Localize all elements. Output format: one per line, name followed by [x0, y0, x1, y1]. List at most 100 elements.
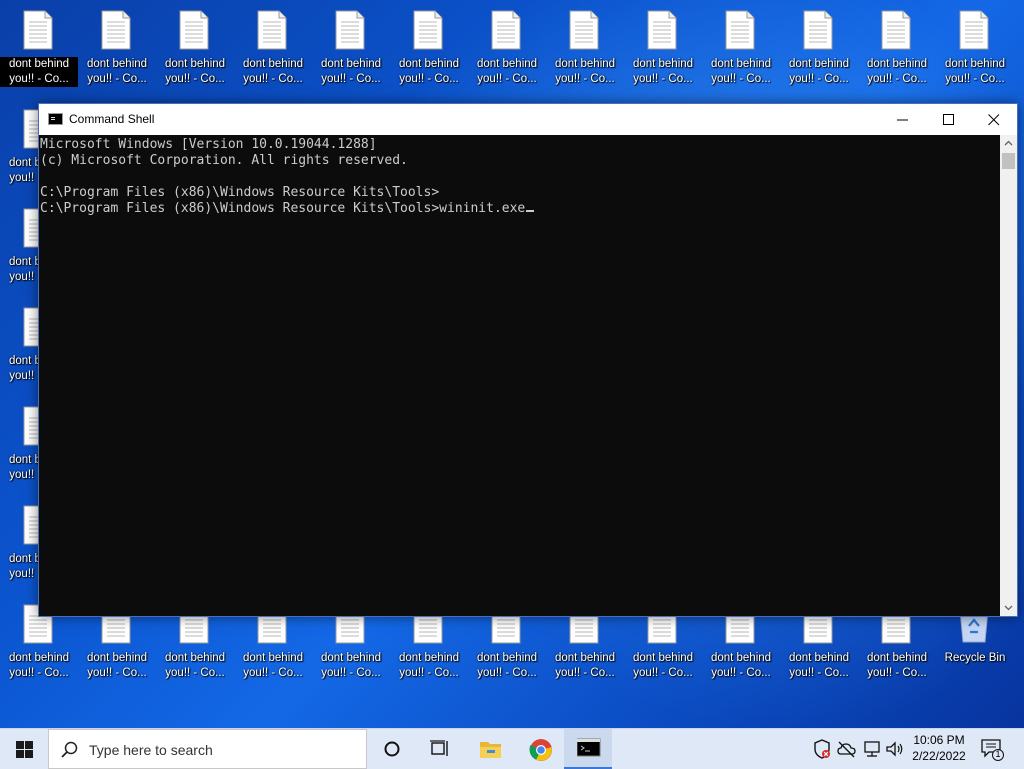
windows-logo-icon	[16, 741, 33, 758]
text-document-icon	[413, 10, 443, 50]
label-line: you!! - Co...	[165, 667, 225, 679]
label-line: you!! - Co...	[165, 73, 225, 85]
text-document-icon	[23, 10, 53, 50]
label-line: dont behind	[86, 58, 148, 70]
title-bar[interactable]: Command Shell	[39, 104, 1017, 135]
desktop-file-label: dont behind you!! - Co...	[156, 57, 234, 87]
label-line: dont behind	[0, 57, 78, 72]
desktop-file-label: dont behindyou!! - Co...	[468, 57, 546, 87]
command-shell-window[interactable]: Command Shell Microsoft Windows [Version…	[38, 103, 1018, 617]
desktop-file-icon[interactable]: dont behind you!! - Co...	[390, 0, 464, 92]
label-line: you!! - Co...	[789, 667, 849, 679]
chevron-up-icon	[1004, 140, 1013, 146]
text-document-icon	[803, 10, 833, 50]
label-line: you!! - Co...	[633, 73, 693, 85]
volume-icon[interactable]	[885, 739, 905, 759]
desktop-file-label: dont behindyou!! - Co...	[468, 651, 546, 681]
desktop-file-icon[interactable]: dont behind you!! - Co...	[156, 0, 230, 92]
desktop-file-label: dont behindyou!! - Co...	[546, 651, 624, 681]
desktop-file-icon[interactable]: dont behindyou!! - Co...	[936, 0, 1010, 92]
desktop-file-icon[interactable]: dont behind you!! - Co...	[234, 0, 308, 92]
search-placeholder: Type here to search	[89, 742, 213, 758]
label-line: you!! - Co...	[633, 667, 693, 679]
minimize-button[interactable]	[880, 104, 926, 135]
label-line: you!! - Co...	[243, 667, 303, 679]
desktop-file-label: dont behindyou!! - Co...	[0, 651, 78, 681]
cortana-circle-icon	[384, 741, 400, 757]
label-line: dont behind	[554, 652, 616, 664]
label-line: dont behind	[632, 652, 694, 664]
desktop-file-label: dont behindyou!! - Co...	[780, 651, 858, 681]
maximize-button[interactable]	[926, 104, 972, 135]
desktop-file-icon[interactable]: dont behindyou!! - Co...	[624, 0, 698, 92]
text-document-icon	[179, 10, 209, 50]
desktop-file-label: dont behind you!! - Co...	[312, 651, 390, 681]
label-line: you!! - Co...	[477, 667, 537, 679]
command-shell-taskbar-button[interactable]	[564, 729, 612, 769]
taskbar-search-box[interactable]: Type here to search	[48, 729, 367, 769]
desktop-file-label: dont behindyou!! - Co...	[234, 651, 312, 681]
start-button[interactable]	[0, 729, 48, 769]
desktop-file-label: dont behindyou!! - Co...	[858, 57, 936, 87]
task-view-button[interactable]	[416, 729, 464, 769]
cortana-button[interactable]	[368, 729, 416, 769]
clock[interactable]: 10:06 PM 2/22/2022	[906, 732, 972, 764]
scrollbar-thumb[interactable]	[1002, 153, 1015, 169]
label-line: you!! - Co...	[399, 73, 459, 85]
label-line: you!! - Co...	[789, 73, 849, 85]
label-line: you!! - Co...	[321, 667, 381, 679]
chrome-taskbar-button[interactable]	[516, 729, 564, 769]
console-line: C:\Program Files (x86)\Windows Resource …	[40, 185, 440, 200]
vertical-scrollbar[interactable]	[1000, 135, 1017, 616]
text-document-icon	[725, 10, 755, 50]
scroll-up-button[interactable]	[1000, 135, 1017, 152]
label-line: you!! - Co...	[0, 72, 78, 87]
cloud-offline-icon[interactable]	[837, 739, 857, 759]
action-center-button[interactable]: 1	[980, 737, 1004, 761]
desktop-file-icon[interactable]: dont behindyou!! - Co...	[546, 0, 620, 92]
text-document-icon	[881, 10, 911, 50]
text-document-icon	[335, 10, 365, 50]
label-line: dont behind	[164, 58, 226, 70]
label-line: you!! - Co...	[867, 667, 927, 679]
desktop-file-icon[interactable]: dont behind you!! - Co...	[312, 0, 386, 92]
security-shield-icon[interactable]	[813, 739, 831, 759]
label-line: you!! - Co...	[9, 667, 69, 679]
file-explorer-taskbar-button[interactable]	[466, 729, 514, 769]
desktop-file-icon[interactable]: dont behindyou!! - Co...	[0, 0, 78, 92]
label-line: you!! - Co...	[711, 667, 771, 679]
console-input-line[interactable]: C:\Program Files (x86)\Windows Resource …	[40, 201, 1000, 217]
label-line: dont behind	[944, 58, 1006, 70]
label-line: dont behind	[320, 652, 382, 664]
scroll-down-button[interactable]	[1000, 599, 1017, 616]
label-line: dont behind	[398, 58, 460, 70]
desktop-file-label: dont behindyou!! - Co...	[858, 651, 936, 681]
desktop-file-icon[interactable]: dont behindyou!! - Co...	[702, 0, 776, 92]
label-line: dont behind	[320, 58, 382, 70]
console-command-text: C:\Program Files (x86)\Windows Resource …	[40, 201, 526, 216]
file-explorer-icon	[480, 742, 501, 758]
clock-time: 10:06 PM	[913, 733, 965, 747]
desktop-file-label: dont behind you!! - Co...	[234, 57, 312, 87]
console-output[interactable]: Microsoft Windows [Version 10.0.19044.12…	[39, 135, 1000, 617]
label-line: dont behind	[164, 652, 226, 664]
close-icon	[988, 114, 1000, 126]
task-view-icon	[430, 740, 448, 756]
close-button[interactable]	[971, 104, 1017, 135]
network-icon[interactable]	[862, 739, 882, 759]
desktop-file-icon[interactable]: dont behindyou!! - Co...	[78, 0, 152, 92]
desktop-file-label: dont behind you!! - Co...	[624, 651, 702, 681]
label-line: dont behind	[242, 58, 304, 70]
label-line: you!! - Co...	[243, 73, 303, 85]
desktop-file-icon[interactable]: dont behindyou!! - Co...	[858, 0, 932, 92]
notification-count: 1	[995, 749, 1001, 759]
label-line: you!! - Co...	[321, 73, 381, 85]
recycle-bin-label: Recycle Bin	[936, 651, 1014, 666]
desktop-file-label: dont behindyou!! - Co...	[0, 57, 78, 87]
desktop-file-label: dont behindyou!! - Co...	[936, 57, 1014, 87]
desktop-file-icon[interactable]: dont behindyou!! - Co...	[780, 0, 854, 92]
desktop-file-label: dont behindyou!! - Co...	[390, 651, 468, 681]
desktop-file-label: dont behindyou!! - Co...	[702, 57, 780, 87]
command-prompt-icon	[577, 738, 601, 757]
desktop-file-icon[interactable]: dont behindyou!! - Co...	[468, 0, 542, 92]
